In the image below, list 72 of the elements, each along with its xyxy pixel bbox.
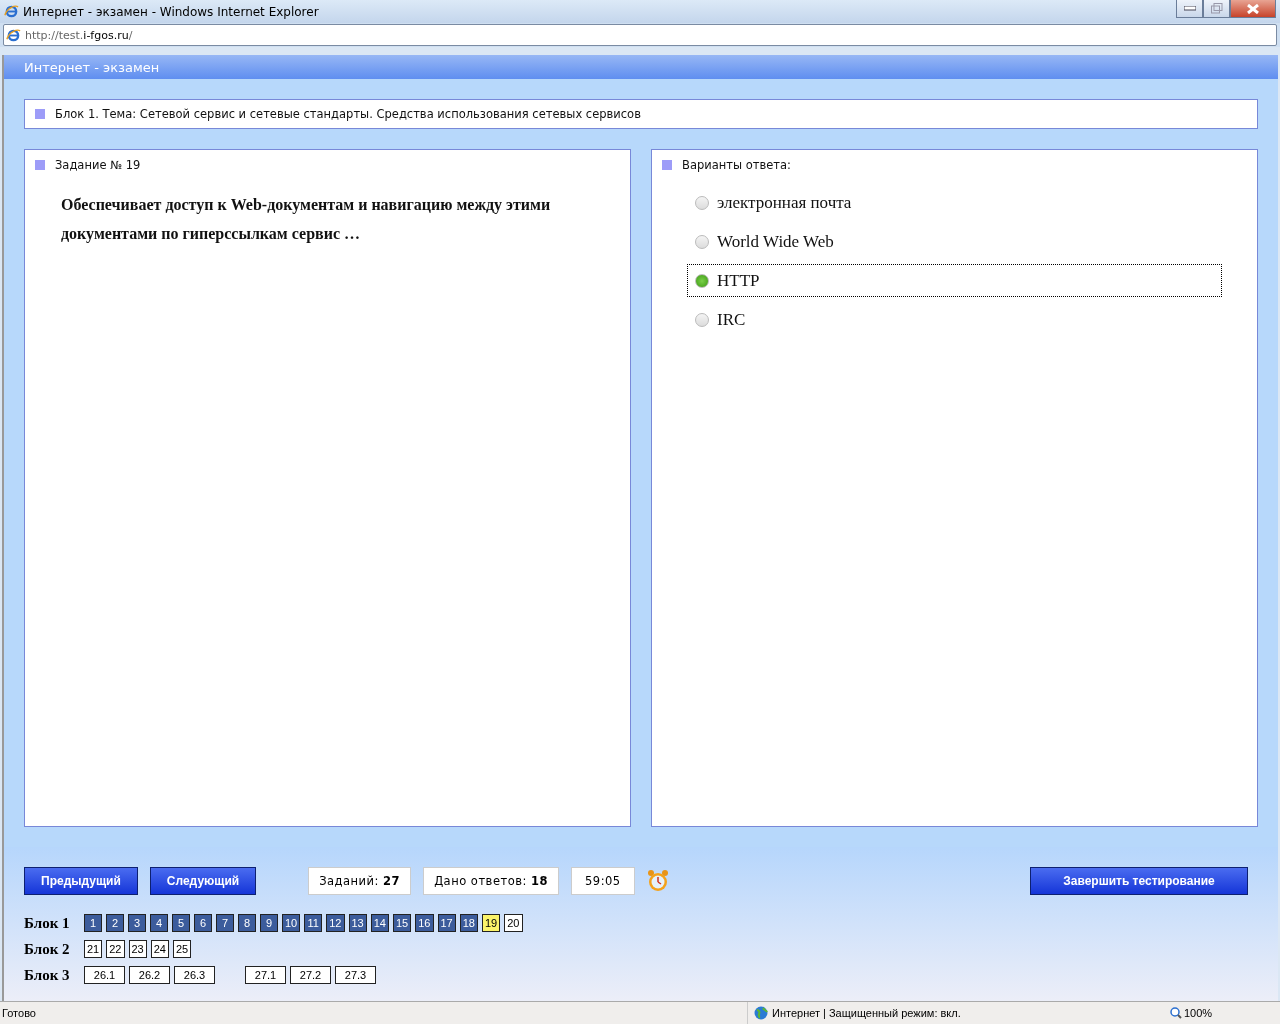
answer-option[interactable]: электронная почта [687,186,1222,219]
question-number-button[interactable]: 1 [84,914,102,932]
answer-option[interactable]: HTTP [687,264,1222,297]
question-number-button[interactable]: 7 [216,914,234,932]
question-number-button[interactable]: 20 [504,914,523,932]
timer: 59:05 [571,867,635,895]
question-number-button[interactable]: 2 [106,914,124,932]
bullet-icon [35,160,45,170]
question-number-button[interactable]: 19 [482,914,501,932]
address-field[interactable]: http://test.i-fgos.ru/ [3,24,1277,46]
question-number-button[interactable]: 8 [238,914,256,932]
question-number-button[interactable]: 27.3 [335,966,376,984]
question-number-button[interactable]: 25 [173,940,192,958]
magnifier-icon [1170,1007,1182,1019]
alarm-clock-icon [646,869,669,893]
question-number-button[interactable]: 14 [370,914,389,932]
block-label: Блок 2 [24,940,71,958]
bullet-icon [35,109,45,119]
close-button[interactable] [1230,0,1276,18]
question-number-button[interactable]: 26.3 [174,966,215,984]
next-button[interactable]: Следующий [149,867,257,895]
previous-button[interactable]: Предыдущий [24,867,138,895]
radio-button[interactable] [695,234,709,249]
question-number-button[interactable]: 12 [326,914,345,932]
question-number-button[interactable]: 15 [393,914,412,932]
question-number-button[interactable]: 23 [128,940,147,958]
radio-button[interactable] [695,312,709,327]
browser-logo-icon [4,4,19,19]
finish-button[interactable]: Завершить тестирование [1030,867,1248,895]
question-number-button[interactable]: 4 [150,914,168,932]
question-number-button[interactable]: 26.1 [84,966,125,984]
browser-logo-icon [6,27,21,43]
question-heading: Задание № 19 [55,158,141,172]
question-number-button[interactable]: 22 [106,940,125,958]
question-number-button[interactable]: 5 [172,914,190,932]
question-number-button[interactable]: 3 [128,914,146,932]
window-title: Интернет - экзамен - Windows Internet Explorer [23,4,320,19]
answers-heading: Варианты ответа: [682,158,791,172]
minimize-icon [1183,6,1196,11]
globe-icon [754,1006,768,1020]
minimize-button[interactable] [1176,0,1203,18]
question-number-button[interactable]: 10 [282,914,301,932]
restore-icon [1210,3,1223,14]
question-number-button[interactable]: 6 [194,914,212,932]
question-text: Обеспечивает доступ к Web-документам и навигацию между этими документами по гиперссылкам сервис … [61,195,552,245]
maximize-button[interactable] [1203,0,1230,18]
answered-counter: Дано ответов: 18 [423,867,559,895]
radio-button[interactable] [695,273,709,288]
question-number-button[interactable]: 27.2 [290,966,331,984]
question-number-button[interactable]: 18 [459,914,478,932]
topic-title: Блок 1. Тема: Сетевой сервис и сетевые стандарты. Средства использования сетевых сервисов [55,107,641,121]
question-number-button[interactable]: 11 [304,914,323,932]
question-number-button[interactable]: 27.1 [245,966,286,984]
answer-option[interactable]: IRC [687,303,1222,336]
close-icon [1247,3,1259,14]
answer-option[interactable]: World Wide Web [687,225,1222,258]
block-label: Блок 3 [24,966,71,984]
status-text: Готово [1,1007,37,1019]
zoom-control[interactable]: 100% [1160,1007,1280,1019]
question-number-button[interactable]: 21 [84,940,103,958]
tasks-counter: Заданий: 27 [308,867,412,895]
block-label: Блок 1 [24,914,71,932]
page-title: Интернет - экзамен [24,59,160,75]
question-number-button[interactable]: 13 [348,914,367,932]
question-number-button[interactable]: 16 [415,914,434,932]
question-number-button[interactable]: 17 [437,914,456,932]
question-number-button[interactable]: 26.2 [129,966,170,984]
question-number-button[interactable]: 9 [260,914,278,932]
security-zone-text: Интернет | Защищенный режим: вкл. [772,1007,961,1019]
bullet-icon [662,160,672,170]
radio-button[interactable] [695,195,709,210]
question-number-button[interactable]: 24 [150,940,169,958]
